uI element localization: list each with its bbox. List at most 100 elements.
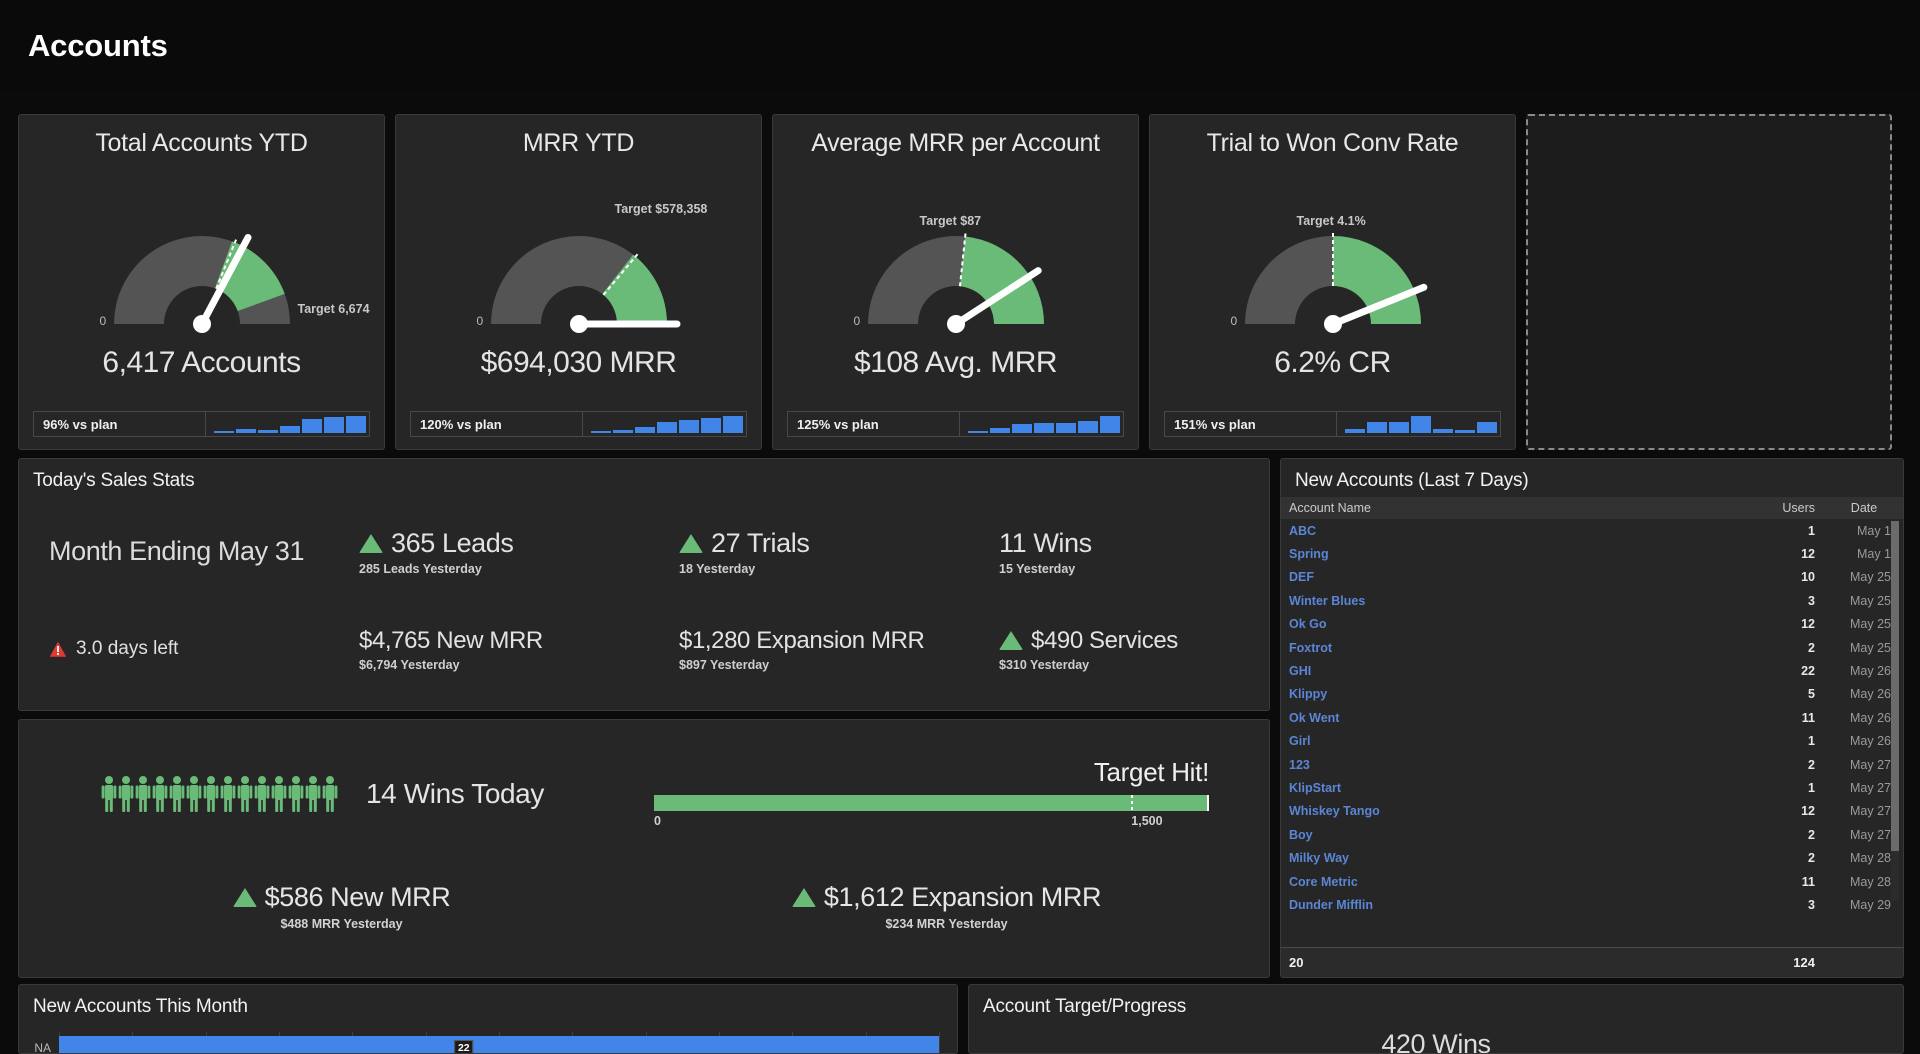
cell-users: 11 xyxy=(1733,711,1825,725)
kpi-sparkline xyxy=(960,412,1128,436)
account-target-headline: 420 Wins xyxy=(969,1029,1903,1054)
wins-grid: 14 Wins Today Target Hit! 0 1,500 xyxy=(19,720,1269,977)
target-progress-block: Target Hit! 0 1,500 xyxy=(644,738,1249,851)
table-row[interactable]: Girl1May 26 xyxy=(1281,730,1903,753)
page-header: Accounts xyxy=(0,0,1920,92)
table-row[interactable]: Ok Went11May 26 xyxy=(1281,706,1903,729)
column-header-date[interactable]: Date xyxy=(1825,501,1903,515)
cell-account-name[interactable]: Girl xyxy=(1281,734,1733,748)
person-icon xyxy=(152,775,168,813)
person-icon xyxy=(118,775,134,813)
sparkline-bar xyxy=(302,419,322,433)
gauge-zero-label: 0 xyxy=(1231,314,1238,328)
sparkline-bar xyxy=(1012,424,1032,433)
triangle-up-icon xyxy=(999,631,1023,650)
cell-account-name[interactable]: 123 xyxy=(1281,758,1733,772)
stat-new-mrr-sub: $6,794 Yesterday xyxy=(359,658,679,672)
kpi-card-3[interactable]: Average MRR per Account0Target $87$108 A… xyxy=(772,114,1139,450)
cell-users: 12 xyxy=(1733,547,1825,561)
kpi-sparkline xyxy=(1337,412,1505,436)
table-row[interactable]: Boy2May 27 xyxy=(1281,823,1903,846)
person-icon xyxy=(101,775,117,813)
cell-account-name[interactable]: Klippy xyxy=(1281,687,1733,701)
kpi-card-2[interactable]: MRR YTD0Target $578,358$694,030 MRR120% … xyxy=(395,114,762,450)
cell-account-name[interactable]: Whiskey Tango xyxy=(1281,804,1733,818)
table-row[interactable]: 1232May 27 xyxy=(1281,753,1903,776)
new-accounts-month-bar-row: NA 22 xyxy=(19,1033,957,1054)
table-row[interactable]: Whiskey Tango12May 27 xyxy=(1281,800,1903,823)
cell-users: 12 xyxy=(1733,617,1825,631)
table-footer-row: 20 124 xyxy=(1281,947,1903,977)
stat-wins-value: 11 Wins xyxy=(999,528,1092,559)
days-left-row: 3.0 days left xyxy=(49,638,359,660)
wins-progress-fill xyxy=(654,795,1209,811)
table-row[interactable]: Ok Go12May 25 xyxy=(1281,613,1903,636)
sparkline-bar xyxy=(324,417,344,433)
new-mrr-value-row: $586 New MRR xyxy=(233,882,451,913)
cell-account-name[interactable]: Foxtrot xyxy=(1281,641,1733,655)
person-icon xyxy=(271,775,287,813)
cell-account-name[interactable]: Dunder Mifflin xyxy=(1281,898,1733,912)
gauge-zero-label: 0 xyxy=(854,314,861,328)
cell-users: 2 xyxy=(1733,641,1825,655)
expansion-mrr-value: $1,612 Expansion MRR xyxy=(824,882,1101,913)
table-row[interactable]: Winter Blues3May 25 xyxy=(1281,589,1903,612)
stat-trials-value-row: 27 Trials xyxy=(679,528,999,559)
cell-account-name[interactable]: Milky Way xyxy=(1281,851,1733,865)
table-row[interactable]: ABC1May 1 xyxy=(1281,519,1903,542)
cell-account-name[interactable]: Spring xyxy=(1281,547,1733,561)
column-header-account-name[interactable]: Account Name xyxy=(1281,501,1733,515)
table-row[interactable]: Spring12May 1 xyxy=(1281,542,1903,565)
gauge-target-label: Target $87 xyxy=(920,214,982,228)
table-scrollbar-thumb[interactable] xyxy=(1891,521,1899,851)
bar-fill[interactable] xyxy=(59,1036,939,1054)
kpi-title: Average MRR per Account xyxy=(811,129,1100,158)
cell-account-name[interactable]: Core Metric xyxy=(1281,875,1733,889)
cell-users: 3 xyxy=(1733,898,1825,912)
cell-account-name[interactable]: Ok Went xyxy=(1281,711,1733,725)
table-row[interactable]: Core Metric11May 28 xyxy=(1281,870,1903,893)
cell-users: 10 xyxy=(1733,570,1825,584)
person-icon xyxy=(322,775,338,813)
gauge-target-label: Target 4.1% xyxy=(1297,214,1366,228)
person-icon xyxy=(305,775,321,813)
cell-account-name[interactable]: Ok Go xyxy=(1281,617,1733,631)
table-row[interactable]: Foxtrot2May 25 xyxy=(1281,636,1903,659)
bottom-section: New Accounts This Month NA 22 Account Ta… xyxy=(18,984,1904,1054)
column-header-users[interactable]: Users xyxy=(1733,501,1825,515)
wins-today-panel: 14 Wins Today Target Hit! 0 1,500 xyxy=(18,719,1270,978)
kpi-card-row: Total Accounts YTD0Target 6,6746,417 Acc… xyxy=(18,114,1904,450)
kpi-card-4[interactable]: Trial to Won Conv Rate0Target 4.1%6.2% C… xyxy=(1149,114,1516,450)
cell-account-name[interactable]: Boy xyxy=(1281,828,1733,842)
gauge: 0 Target 4.1% xyxy=(1168,164,1498,344)
cell-account-name[interactable]: DEF xyxy=(1281,570,1733,584)
table-row[interactable]: Milky Way2May 28 xyxy=(1281,846,1903,869)
cell-account-name[interactable]: ABC xyxy=(1281,524,1733,538)
stat-expansion-mrr-sub: $897 Yesterday xyxy=(679,658,999,672)
cell-account-name[interactable]: KlipStart xyxy=(1281,781,1733,795)
table-row[interactable]: GHI22May 26 xyxy=(1281,659,1903,682)
table-row[interactable]: Klippy5May 26 xyxy=(1281,683,1903,706)
sparkline-bar xyxy=(679,420,699,433)
cell-users: 2 xyxy=(1733,851,1825,865)
new-accounts-title: New Accounts (Last 7 Days) xyxy=(1281,459,1903,492)
sparkline-bar xyxy=(1034,423,1054,433)
stat-services: $490 Services $310 Yesterday xyxy=(999,601,1259,699)
cell-account-name[interactable]: Winter Blues xyxy=(1281,594,1733,608)
empty-kpi-placeholder[interactable] xyxy=(1526,114,1892,450)
footer-users-total: 124 xyxy=(1733,955,1825,970)
wins-progress-marker xyxy=(1207,795,1209,811)
stat-new-mrr: $4,765 New MRR $6,794 Yesterday xyxy=(359,601,679,699)
person-icon xyxy=(220,775,236,813)
table-row[interactable]: KlipStart1May 27 xyxy=(1281,776,1903,799)
days-left-cell: 3.0 days left xyxy=(49,601,359,699)
kpi-vs-plan: 120% vs plan xyxy=(411,412,583,436)
stat-services-value: $490 Services xyxy=(1031,627,1178,655)
cell-account-name[interactable]: GHI xyxy=(1281,664,1733,678)
table-row[interactable]: Dunder Mifflin3May 29 xyxy=(1281,893,1903,916)
table-row[interactable]: DEF10May 25 xyxy=(1281,566,1903,589)
wins-people-row: 14 Wins Today xyxy=(39,738,644,851)
kpi-card-1[interactable]: Total Accounts YTD0Target 6,6746,417 Acc… xyxy=(18,114,385,450)
stat-new-mrr-value-row: $4,765 New MRR xyxy=(359,627,679,655)
target-hit-label: Target Hit! xyxy=(654,757,1209,788)
